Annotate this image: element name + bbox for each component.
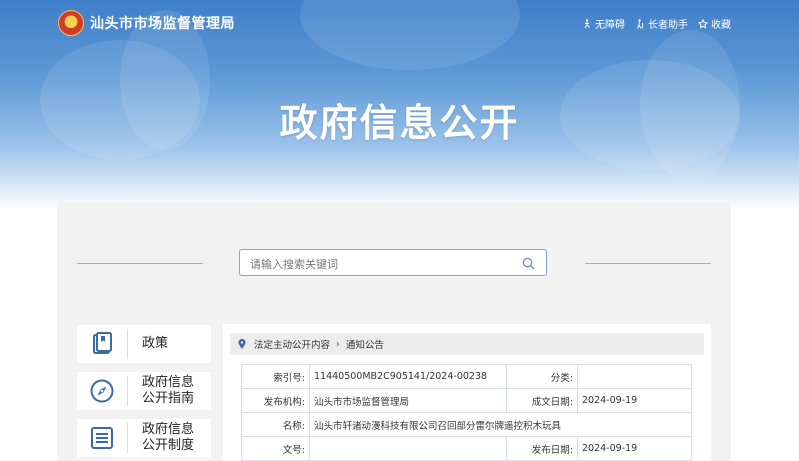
search-input[interactable] — [248, 255, 512, 273]
policy-book-icon — [93, 332, 112, 354]
sidebar-icon-wrap — [77, 329, 128, 359]
accessibility-link[interactable]: 无障碍 — [582, 16, 625, 31]
created-date-value: 2024-09-19 — [577, 388, 692, 413]
search-box — [239, 249, 547, 276]
search-icon[interactable] — [522, 257, 535, 270]
accessibility-label: 无障碍 — [595, 20, 625, 31]
category-value — [577, 364, 692, 389]
publisher-value: 汕头市市场监督管理局 — [309, 388, 507, 413]
divider-right — [585, 263, 711, 264]
document-list-icon — [91, 427, 113, 449]
sidebar-item-system[interactable]: 政府信息 公开制度 — [77, 419, 211, 457]
site-name[interactable]: 汕头市市场监督管理局 — [90, 13, 235, 33]
doc-number-label: 文号: — [241, 436, 310, 461]
created-date-label: 成文日期: — [506, 388, 578, 413]
sidebar-item-label: 政策 — [142, 336, 169, 351]
chevron-right-icon: › — [336, 338, 340, 350]
emblem-logo-icon[interactable] — [58, 10, 84, 36]
top-links: 无障碍 长者助手 收藏 — [582, 16, 731, 31]
decor-flower — [300, 0, 520, 70]
table-row: 发布机构: 汕头市市场监督管理局 成文日期: 2024-09-19 — [241, 388, 692, 413]
elder-assistant-label: 长者助手 — [648, 20, 688, 31]
table-row: 文号: 发布日期: 2024-09-19 — [241, 436, 692, 461]
sidebar-item-label: 政府信息 公开指南 — [142, 375, 195, 406]
sidebar-icon-wrap — [77, 423, 128, 453]
divider-left — [77, 263, 203, 264]
name-label: 名称: — [241, 412, 310, 437]
accessibility-icon — [584, 18, 590, 28]
sidebar-item-policy[interactable]: 政策 — [77, 325, 211, 363]
compass-icon — [90, 379, 114, 403]
doc-number-value — [309, 436, 507, 461]
index-label: 索引号: — [241, 364, 310, 389]
favorite-label: 收藏 — [711, 20, 731, 31]
breadcrumb-item[interactable]: 法定主动公开内容 — [254, 337, 330, 351]
breadcrumb-item[interactable]: 通知公告 — [346, 337, 384, 351]
sidebar-item-label: 政府信息 公开制度 — [142, 422, 195, 453]
table-row: 索引号: 11440500MB2C905141/2024-00238 分类: — [241, 364, 692, 389]
elder-icon — [637, 18, 643, 29]
sidebar-item-guide[interactable]: 政府信息 公开指南 — [77, 372, 211, 410]
category-label: 分类: — [506, 364, 578, 389]
page-title: 政府信息公开 — [279, 101, 520, 145]
publisher-label: 发布机构: — [241, 388, 310, 413]
publish-date-value: 2024-09-19 — [577, 436, 692, 461]
publish-date-label: 发布日期: — [506, 436, 578, 461]
name-value: 汕头市轩诸动漫科技有限公司召回部分雷尔牌遥控积木玩具 — [309, 412, 692, 437]
breadcrumb: 法定主动公开内容 › 通知公告 — [230, 333, 704, 355]
info-table: 索引号: 11440500MB2C905141/2024-00238 分类: 发… — [241, 364, 692, 461]
location-pin-icon — [238, 339, 246, 349]
elder-assistant-link[interactable]: 长者助手 — [635, 16, 688, 31]
table-row: 名称: 汕头市轩诸动漫科技有限公司召回部分雷尔牌遥控积木玩具 — [241, 412, 692, 437]
sidebar-icon-wrap — [77, 376, 128, 406]
favorite-link[interactable]: 收藏 — [698, 16, 731, 31]
star-icon — [698, 18, 708, 29]
index-value: 11440500MB2C905141/2024-00238 — [309, 364, 507, 389]
